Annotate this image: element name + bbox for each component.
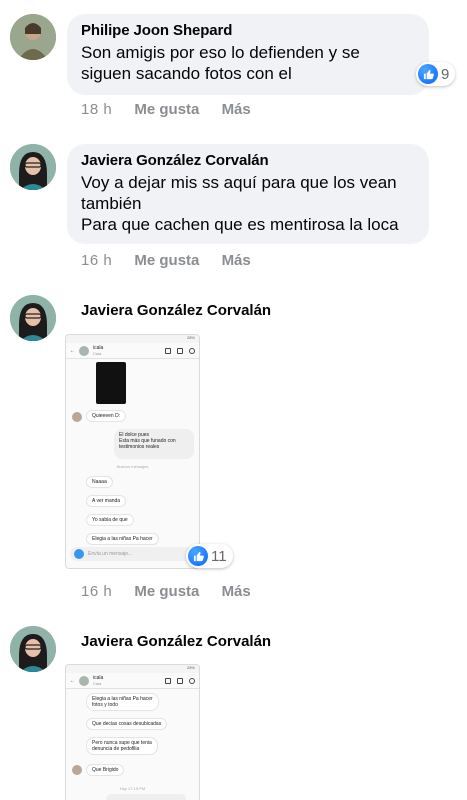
- timestamp-divider: Hoy 17:19 PM: [119, 786, 146, 791]
- sender-avatar: [72, 412, 82, 422]
- new-messages-divider: Nuevos mensajes: [116, 464, 149, 469]
- outgoing-message-partial: [106, 794, 186, 800]
- message-line: denuncia de pedofilia: [92, 746, 140, 752]
- flag-icon: [177, 677, 183, 684]
- message: Que decias cosas desubicadas: [86, 718, 168, 730]
- more-button[interactable]: Más: [222, 252, 251, 269]
- reaction-number: 9: [441, 65, 450, 83]
- video-icon: [165, 677, 171, 684]
- camera-icon: [74, 549, 84, 559]
- like-button[interactable]: Me gusta: [134, 101, 199, 118]
- status-bar: 28%: [66, 335, 199, 343]
- message: El dolce pues Esta más que funado con te…: [114, 429, 194, 459]
- timestamp[interactable]: 16 h: [81, 583, 112, 600]
- comment-line: Para que cachen que es mentirosa la loca: [81, 215, 399, 234]
- comment-author[interactable]: Javiera González Corvalán: [81, 633, 271, 650]
- comment-author[interactable]: Javiera González Corvalán: [81, 152, 415, 169]
- message-line: testimonios reales: [119, 444, 160, 450]
- more-button[interactable]: Más: [222, 101, 251, 118]
- sender-avatar: [72, 765, 82, 775]
- comment-text: Son amigis por eso lo defienden y se sig…: [81, 42, 415, 84]
- comment-author[interactable]: Philipe Joon Shepard: [81, 22, 415, 39]
- reaction-number: 11: [211, 547, 227, 565]
- more-button[interactable]: Más: [222, 583, 251, 600]
- like-reaction-icon: [188, 546, 208, 566]
- comment-actions: 18 h Me gusta Más: [81, 101, 269, 118]
- attached-screenshot[interactable]: 28% ← icala Cala Quieeeen D: El dolce pu…: [65, 334, 200, 569]
- reaction-count[interactable]: 11: [186, 544, 233, 568]
- like-button[interactable]: Me gusta: [134, 252, 199, 269]
- avatar[interactable]: [10, 626, 56, 672]
- chat-avatar: [79, 675, 89, 686]
- timestamp[interactable]: 18 h: [81, 101, 112, 118]
- reaction-count[interactable]: 9: [416, 62, 456, 86]
- chat-title: icala Cala: [93, 345, 103, 356]
- comment-line: Voy a dejar mis ss aquí para que los vea…: [81, 173, 397, 192]
- info-icon: [189, 347, 195, 354]
- message: Que Brigido: [86, 764, 125, 776]
- message: Elegia a las niñas Pa hacer: [86, 533, 159, 545]
- message: Naaaa: [86, 476, 113, 488]
- shared-post-thumbnail: [96, 362, 126, 404]
- chat-header: ← icala Cala: [66, 343, 199, 359]
- avatar[interactable]: [10, 295, 56, 341]
- avatar[interactable]: [10, 14, 56, 60]
- input-placeholder: Envía un mensaje...: [88, 551, 133, 557]
- message: Yo sabia de que: [86, 514, 134, 526]
- flag-icon: [177, 347, 183, 354]
- avatar[interactable]: [10, 144, 56, 190]
- chat-title: icala Cala: [93, 675, 103, 686]
- chat-header-icons: [165, 677, 195, 684]
- chat-sub: Cala: [93, 351, 102, 356]
- comment-bubble: Philipe Joon Shepard Son amigis por eso …: [67, 14, 429, 95]
- chat-header: ← icala Cala: [66, 673, 199, 689]
- comment-actions: 16 h Me gusta Más: [81, 583, 269, 600]
- message: A ver manda: [86, 495, 127, 507]
- info-icon: [189, 677, 195, 684]
- chat-avatar: [79, 345, 89, 356]
- comment-line: siguen sacando fotos con el: [81, 64, 292, 83]
- comment-author[interactable]: Javiera González Corvalán: [81, 302, 271, 319]
- status-bar: 28%: [66, 665, 199, 673]
- comment-text: Voy a dejar mis ss aquí para que los vea…: [81, 172, 415, 235]
- message: Elegia a las niñas Pa hacer fotos y todo: [86, 693, 159, 711]
- timestamp[interactable]: 16 h: [81, 252, 112, 269]
- comment-line: Son amigis por eso lo defienden y se: [81, 43, 360, 62]
- comment-line: también: [81, 194, 142, 213]
- chat-header-icons: [165, 347, 195, 354]
- comment-actions: 16 h Me gusta Más: [81, 252, 269, 269]
- back-arrow-icon: ←: [70, 677, 75, 684]
- video-icon: [165, 347, 171, 354]
- message: Quieeeen D:: [86, 410, 127, 422]
- like-button[interactable]: Me gusta: [134, 583, 199, 600]
- attached-screenshot[interactable]: 28% ← icala Cala Elegia a las niñas Pa h…: [65, 664, 200, 800]
- message-line: fotos y todo: [92, 702, 118, 708]
- message-input: Envía un mensaje...: [70, 547, 195, 561]
- like-reaction-icon: [418, 64, 438, 84]
- back-arrow-icon: ←: [70, 347, 75, 354]
- message: Pero nunca supe que tenia denuncia de pe…: [86, 737, 158, 755]
- chat-sub: Cala: [93, 681, 102, 686]
- comment-bubble: Javiera González Corvalán Voy a dejar mi…: [67, 144, 429, 244]
